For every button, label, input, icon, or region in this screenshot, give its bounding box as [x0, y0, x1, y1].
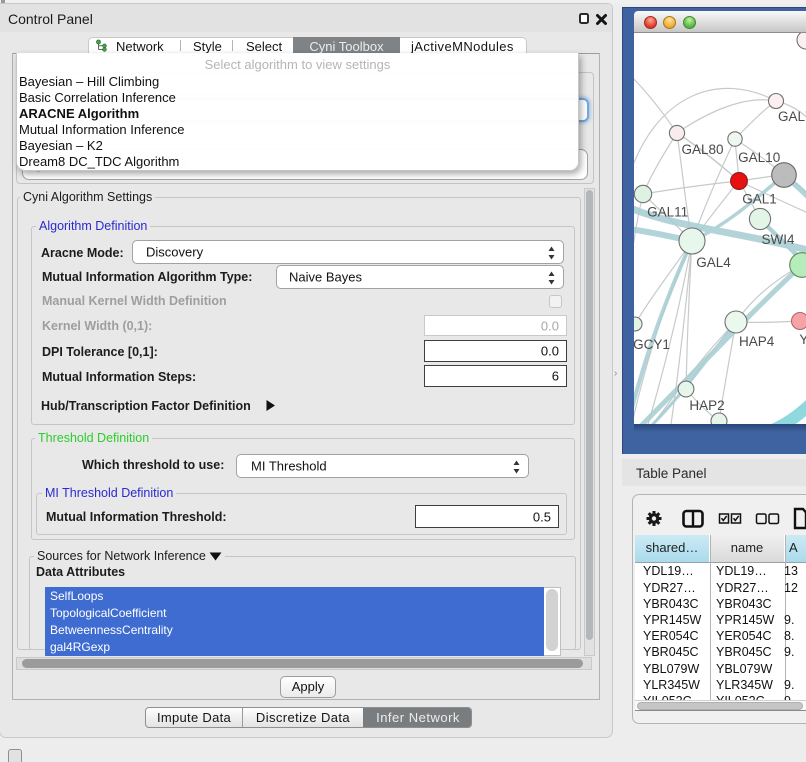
- svg-text:SWI4: SWI4: [761, 232, 794, 247]
- svg-text:GCY1: GCY1: [634, 337, 670, 352]
- svg-text:HAP4: HAP4: [739, 334, 775, 349]
- svg-text:GAL1: GAL1: [742, 192, 777, 207]
- svg-text:GAL4: GAL4: [696, 255, 731, 270]
- svg-text:GAL80: GAL80: [681, 142, 723, 157]
- svg-text:Y: Y: [799, 332, 806, 347]
- svg-text:GAL7: GAL7: [778, 109, 806, 124]
- svg-text:HAP2: HAP2: [689, 398, 724, 413]
- svg-text:GAL10: GAL10: [738, 150, 780, 165]
- svg-text:GAL11: GAL11: [647, 205, 688, 220]
